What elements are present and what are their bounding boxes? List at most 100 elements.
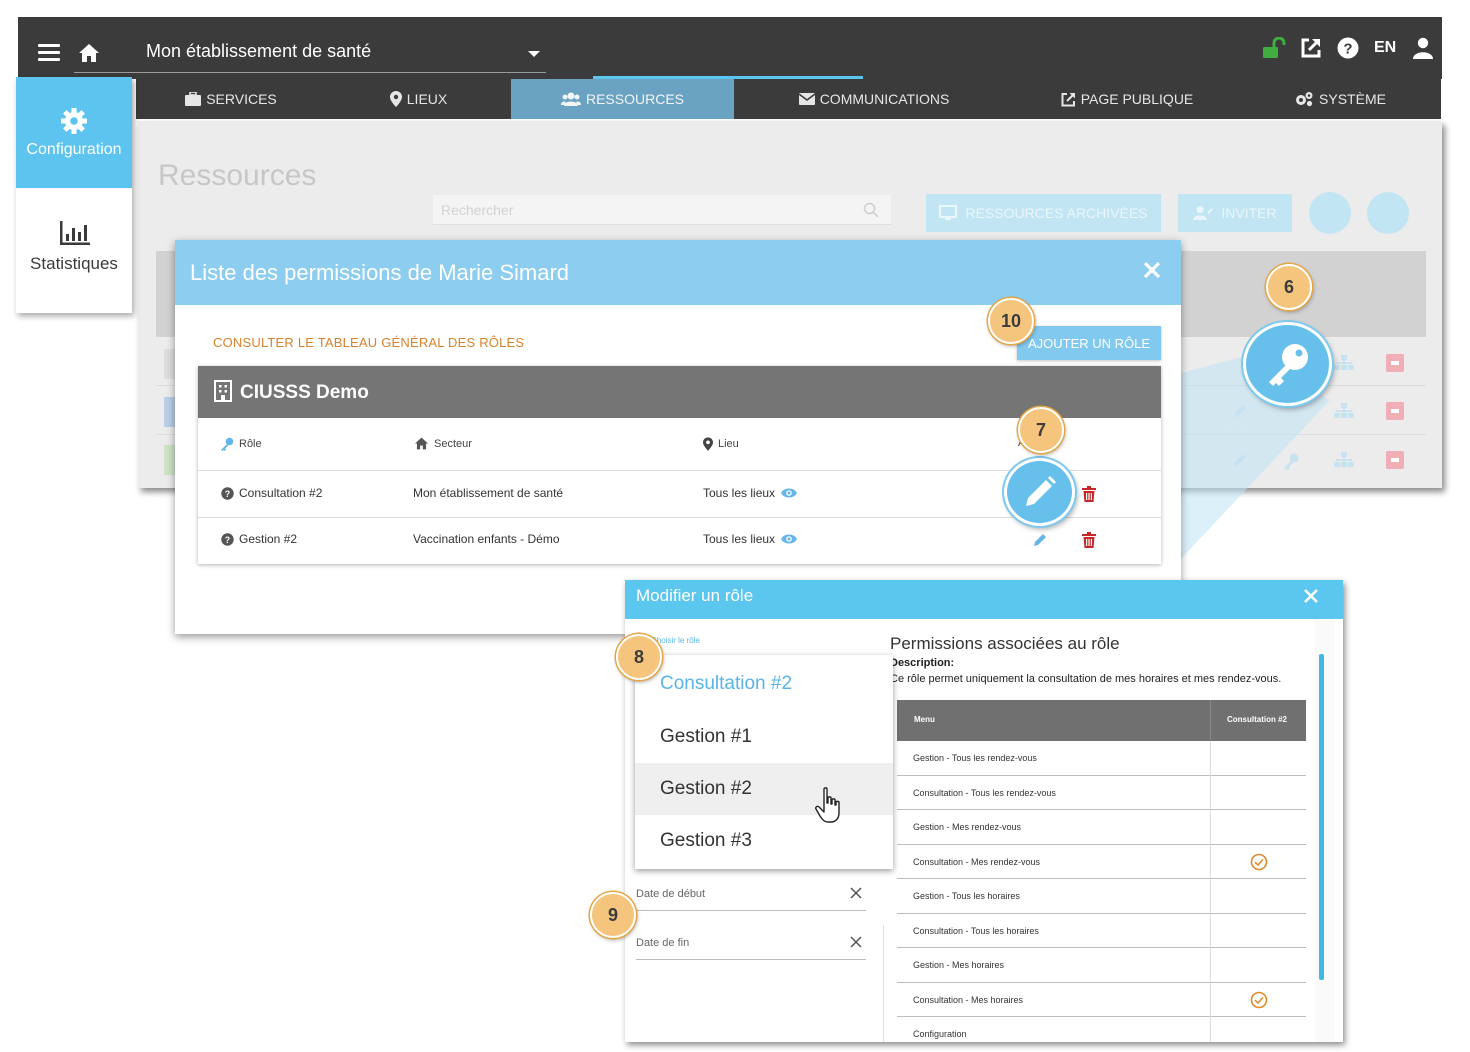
column-header-label: Rôle — [239, 438, 262, 450]
general-roles-link[interactable]: CONSULTER LE TABLEAU GÉNÉRAL DES RÔLES — [213, 335, 524, 350]
monitor-icon — [939, 205, 958, 220]
gear-icon — [61, 108, 87, 134]
org-chart-icon — [1334, 452, 1354, 467]
external-link-icon[interactable] — [1300, 37, 1322, 59]
sidebar-item-configuration[interactable]: Configuration — [16, 77, 132, 188]
sidebar: Configuration Statistiques — [16, 77, 132, 313]
tab-page-publique-label: PAGE PUBLIQUE — [1080, 91, 1194, 107]
org-chart-icon — [1334, 403, 1354, 418]
help-icon[interactable]: ? — [221, 532, 234, 546]
hamburger-menu-icon[interactable] — [38, 44, 60, 61]
check-circle-icon — [1250, 991, 1268, 1008]
location-cell: Tous les lieux — [703, 486, 798, 500]
add-group-button[interactable] — [1367, 192, 1409, 234]
permission-row: Consultation - Mes rendez-vous — [897, 844, 1306, 879]
search-placeholder: Rechercher — [441, 202, 514, 218]
close-icon[interactable] — [1142, 260, 1162, 280]
permission-label: Consultation - Mes horaires — [913, 994, 1024, 1005]
tab-services-label: SERVICES — [206, 91, 277, 107]
archived-resources-button[interactable]: RESSOURCES ARCHIVÉES — [926, 194, 1161, 232]
permission-label: Gestion - Tous les rendez-vous — [913, 753, 1037, 763]
column-separator — [1210, 844, 1211, 879]
end-date-label: Date de fin — [636, 937, 690, 949]
help-icon[interactable]: ? — [1337, 37, 1359, 59]
search-input[interactable]: Rechercher — [433, 195, 891, 225]
column-separator — [1210, 982, 1211, 1017]
permission-label: Consultation - Mes rendez-vous — [913, 856, 1041, 867]
end-date-field[interactable]: Date de fin — [636, 934, 866, 960]
unlock-icon[interactable] — [1262, 37, 1286, 59]
organization-header: CIUSSS Demo — [198, 366, 1161, 418]
dropdown-option[interactable]: Gestion #1 — [635, 711, 893, 763]
callout-7: 7 — [1018, 407, 1064, 453]
permissions-title: Permissions associées au rôle — [890, 634, 1120, 653]
tab-lieux[interactable]: LIEUX — [326, 79, 511, 119]
permission-label: Gestion - Mes horaires — [913, 960, 1005, 970]
invite-label: INVITER — [1221, 205, 1277, 221]
key-icon[interactable] — [1282, 452, 1300, 470]
close-icon[interactable] — [1303, 588, 1319, 604]
callout-8: 8 — [616, 634, 662, 680]
role-name: Consultation #2 — [239, 486, 323, 500]
users-icon — [560, 92, 581, 106]
edit-icon — [1025, 476, 1056, 506]
edit-icon[interactable] — [1032, 532, 1048, 548]
callout-10: 10 — [988, 298, 1034, 344]
start-date-label: Date de début — [636, 888, 706, 900]
role-cell: ? Consultation #2 — [221, 486, 322, 500]
location-cell: Tous les lieux — [703, 532, 798, 546]
actions-column-header: Actions — [1196, 415, 1259, 434]
language-switch[interactable]: EN — [1374, 39, 1396, 57]
bar-chart-icon — [60, 221, 90, 245]
map-marker-icon — [703, 437, 713, 451]
tab-lieux-label: LIEUX — [406, 91, 448, 107]
dropdown-option[interactable]: Gestion #2 — [635, 763, 893, 815]
key-icon — [1268, 344, 1308, 386]
pointer-cursor-icon — [815, 787, 840, 823]
edit-magnifier — [1004, 458, 1075, 526]
archive-icon[interactable] — [1386, 451, 1404, 469]
delete-icon[interactable] — [1082, 486, 1096, 502]
chevron-down-icon — [528, 51, 540, 57]
location-value: Tous les lieux — [703, 532, 776, 546]
edit-icon[interactable] — [1232, 403, 1248, 419]
dropdown-option[interactable]: Consultation #2 — [635, 658, 893, 710]
role-dropdown: Consultation #2 Gestion #1 Gestion #2 Ge… — [635, 655, 893, 869]
eye-icon[interactable] — [780, 487, 798, 499]
scrollbar[interactable] — [1319, 654, 1324, 980]
help-icon[interactable]: ? — [221, 486, 234, 500]
clear-icon[interactable] — [850, 936, 862, 948]
svg-text:?: ? — [1343, 41, 1352, 58]
edit-icon[interactable] — [1232, 452, 1248, 468]
top-bar: Mon établissement de santé ? EN — [18, 17, 1442, 79]
column-header-label: Lieu — [718, 438, 739, 450]
add-role-button[interactable]: AJOUTER UN RÔLE — [1017, 326, 1161, 360]
permission-row: Gestion - Tous les horaires — [897, 879, 1306, 914]
permission-label: Gestion - Tous les horaires — [913, 891, 1020, 901]
briefcase-icon — [185, 92, 202, 106]
sidebar-item-label: Statistiques — [30, 254, 118, 273]
archive-icon[interactable] — [1386, 402, 1404, 420]
tab-services[interactable]: SERVICES — [136, 79, 326, 119]
svg-text:?: ? — [225, 534, 230, 544]
dropdown-option[interactable]: Gestion #3 — [635, 815, 893, 867]
permission-row: Configuration — [897, 1017, 1306, 1042]
svg-text:?: ? — [225, 488, 230, 498]
sidebar-item-statistiques[interactable]: Statistiques — [16, 188, 132, 313]
tab-systeme[interactable]: SYSTÈME — [1240, 79, 1440, 119]
page-title: Ressources — [158, 159, 317, 192]
archive-icon[interactable] — [1386, 354, 1404, 372]
clear-icon[interactable] — [850, 887, 862, 899]
start-date-field[interactable]: Date de début — [636, 885, 866, 911]
eye-icon[interactable] — [780, 533, 798, 545]
invite-button[interactable]: INVITER — [1178, 194, 1292, 232]
column-separator — [1210, 1017, 1211, 1042]
tab-page-publique[interactable]: PAGE PUBLIQUE — [1014, 79, 1240, 119]
add-user-button[interactable] — [1309, 192, 1351, 234]
tab-ressources[interactable]: RESSOURCES — [511, 79, 734, 119]
user-icon[interactable] — [1412, 37, 1434, 59]
envelope-icon — [798, 93, 815, 105]
tab-communications[interactable]: COMMUNICATIONS — [734, 79, 1014, 119]
delete-icon[interactable] — [1082, 532, 1096, 548]
establishment-select[interactable]: Mon établissement de santé — [74, 35, 546, 73]
